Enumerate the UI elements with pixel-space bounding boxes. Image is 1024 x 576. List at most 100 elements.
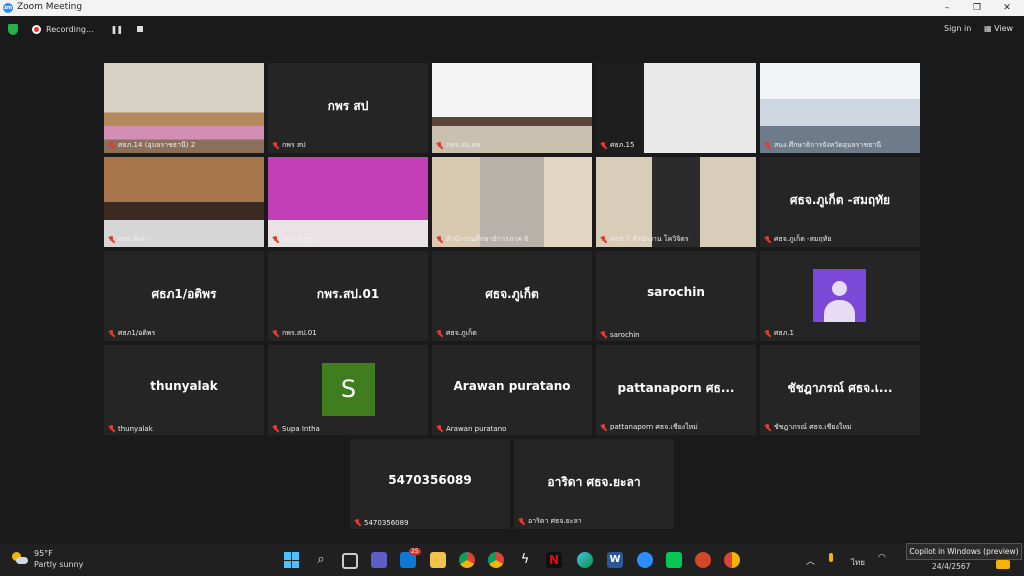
participant-tile[interactable]: สนง.ศึกษาธิการจังหวัดอุบลราชธานี <box>760 63 920 153</box>
mail-badge: 25 <box>409 548 421 555</box>
zoom-icon[interactable] <box>637 552 653 568</box>
participant-name: ศธจ.ภูเก็ต <box>446 329 477 337</box>
participant-name: Arawan puratano <box>446 425 507 433</box>
participant-display-name: ศธจ.ภูเก็ต <box>485 287 539 301</box>
capcut-icon[interactable]: ϟ <box>517 552 533 568</box>
close-button[interactable]: ✕ <box>992 1 1022 15</box>
participant-tile[interactable]: ศธจ.ภูเก็ต -สมฤทัย ศธจ.ภูเก็ต -สมฤทัย <box>760 157 920 247</box>
search-icon[interactable]: ⌕ <box>313 552 329 568</box>
notification-icon[interactable] <box>996 560 1010 569</box>
tray-chevron-icon[interactable]: ︿ <box>806 554 815 567</box>
muted-mic-icon <box>764 329 771 338</box>
participant-tile[interactable]: thunyalak thunyalak <box>104 345 264 435</box>
participant-name: 5470356089 <box>364 519 409 527</box>
muted-mic-icon <box>518 517 525 526</box>
participant-tile[interactable]: sarochin sarochin <box>596 251 756 341</box>
netflix-icon[interactable]: N <box>546 552 562 568</box>
title-bar: zm Zoom Meeting – ❐ ✕ <box>0 0 1024 16</box>
participant-name-label: กพร.สป.ศธ. <box>436 140 483 151</box>
participant-name: ศธภ1/อติพร <box>118 329 156 337</box>
meeting-toolbar: Recording... ❚❚ Sign in ▦ View <box>0 16 1024 42</box>
participant-tile[interactable]: ศธภ.15 <box>596 63 756 153</box>
security-shield-icon[interactable] <box>8 24 18 35</box>
participant-display-name: กพร.สป.01 <box>316 287 380 301</box>
teams-icon[interactable] <box>371 552 387 568</box>
participant-tile[interactable]: ศธจ.ภูเก็ต ศธจ.ภูเก็ต <box>432 251 592 341</box>
language-indicator[interactable]: ไทย <box>851 556 865 569</box>
pause-icon[interactable]: ❚❚ <box>111 25 123 34</box>
muted-mic-icon <box>108 425 115 433</box>
line-icon[interactable] <box>666 552 682 568</box>
stop-icon[interactable] <box>137 26 144 32</box>
participant-tile[interactable]: ศธจ.ลำพูน <box>268 157 428 247</box>
participant-name-label: ศธภ.15 <box>600 140 634 151</box>
windows-icon[interactable] <box>284 552 300 568</box>
participant-name: กพร.สป.01 <box>282 329 317 337</box>
muted-mic-icon <box>272 329 279 338</box>
participant-name: ศธจ.ลำพูน <box>282 235 315 243</box>
record-icon <box>32 24 41 34</box>
date-label[interactable]: 24/4/2567 <box>932 562 970 571</box>
participant-tile[interactable]: กพร.สป.ศธ. <box>432 63 592 153</box>
participant-display-name: ชัชฎาภรณ์ ศธจ.เ... <box>787 381 893 395</box>
participant-tile[interactable]: Arawan puratano Arawan puratano <box>432 345 592 435</box>
muted-mic-icon <box>436 425 443 433</box>
participant-name-label: กพร.สป.01 <box>272 328 317 339</box>
weather-desc: Partly sunny <box>34 560 84 569</box>
participant-name-label: Supa Intha <box>272 425 320 433</box>
participant-name-label: กพร สป <box>272 140 306 151</box>
participant-name-label: ศธภ.7 สำนักงาน โควิจิตร <box>600 234 689 245</box>
wifi-icon[interactable]: ◠ <box>878 553 886 563</box>
participant-name: ชัชฎาภรณ์ ศธจ.เชียงใหม่ <box>774 423 852 431</box>
muted-mic-icon <box>436 329 443 338</box>
participant-tile[interactable]: ศธภ.7 สำนักงาน โควิจิตร <box>596 157 756 247</box>
minimize-button[interactable]: – <box>932 1 962 15</box>
participant-name: กพร.สป.ศธ. <box>446 141 483 149</box>
participant-name: ศธภ.1 <box>774 329 795 337</box>
participant-display-name: Arawan puratano <box>453 379 571 393</box>
windows-taskbar: 95°F Partly sunny ⌕ 25 ϟ N W ︿ ไทย ◠ 24/… <box>0 544 1024 576</box>
maximize-button[interactable]: ❐ <box>962 1 992 15</box>
copilot-tooltip: Copilot in Windows (preview) <box>906 543 1022 560</box>
participant-tile[interactable]: S Supa Intha <box>268 345 428 435</box>
participant-initial-avatar: S <box>322 363 375 416</box>
chrome-icon[interactable] <box>459 552 475 568</box>
participant-tile[interactable]: กพร.สป.01 กพร.สป.01 <box>268 251 428 341</box>
participant-tile[interactable]: pattanaporn ศธ... pattanaporn ศธจ.เชียงให… <box>596 345 756 435</box>
participant-name: ศธภ.7 สำนักงาน โควิจิตร <box>610 235 689 243</box>
participant-tile[interactable]: กพร สป กพร สป <box>268 63 428 153</box>
weather-icon[interactable] <box>12 552 28 566</box>
participant-tile[interactable]: ชัชฎาภรณ์ ศธจ.เ... ชัชฎาภรณ์ ศธจ.เชียงใหม… <box>760 345 920 435</box>
participant-tile[interactable]: 5470356089 5470356089 <box>350 439 510 529</box>
participant-tile[interactable]: ศธภ1/อติพร ศธภ1/อติพร <box>104 251 264 341</box>
participant-name-label: สำนักงานศึกษาธิการภาค 6 <box>436 234 529 245</box>
microphone-icon[interactable] <box>829 553 833 562</box>
muted-mic-icon <box>436 141 443 150</box>
weather-temp: 95°F <box>34 549 53 558</box>
participant-name: ศธภ.15 <box>610 141 635 149</box>
participant-name-label: ชัชฎาภรณ์ ศธจ.เชียงใหม่ <box>764 422 852 433</box>
muted-mic-icon <box>108 235 115 244</box>
participant-tile[interactable]: ศธภ.14 (อุบลราชธานี) 2 <box>104 63 264 153</box>
chrome-icon-2[interactable] <box>488 552 504 568</box>
chrome-canary-icon[interactable] <box>724 552 740 568</box>
participant-display-name: อาริดา ศธจ.ยะลา <box>547 475 641 489</box>
participant-tile[interactable]: สำนักงานศึกษาธิการภาค 6 <box>432 157 592 247</box>
task-view-icon[interactable] <box>342 553 358 569</box>
participant-tile[interactable]: ศธจ.พังงา <box>104 157 264 247</box>
participant-name: thunyalak <box>118 425 153 433</box>
participant-name-label: Arawan puratano <box>436 425 506 433</box>
participant-name: sarochin <box>610 331 640 339</box>
file-explorer-icon[interactable] <box>430 552 446 568</box>
edge-icon[interactable] <box>577 552 593 568</box>
muted-mic-icon <box>354 519 361 527</box>
powerpoint-icon[interactable] <box>695 552 711 568</box>
participant-name: สนง.ศึกษาธิการจังหวัดอุบลราชธานี <box>774 141 882 149</box>
word-icon[interactable]: W <box>607 552 623 568</box>
participant-name-label: ศธภ1/อติพร <box>108 328 155 339</box>
participant-tile[interactable]: อาริดา ศธจ.ยะลา อาริดา ศธจ.ยะลา <box>514 439 674 529</box>
participant-tile[interactable]: ศธภ.1 <box>760 251 920 341</box>
participant-name-label: อาริดา ศธจ.ยะลา <box>518 516 582 527</box>
view-button[interactable]: ▦ View <box>984 24 1013 33</box>
sign-in-button[interactable]: Sign in <box>944 24 971 33</box>
